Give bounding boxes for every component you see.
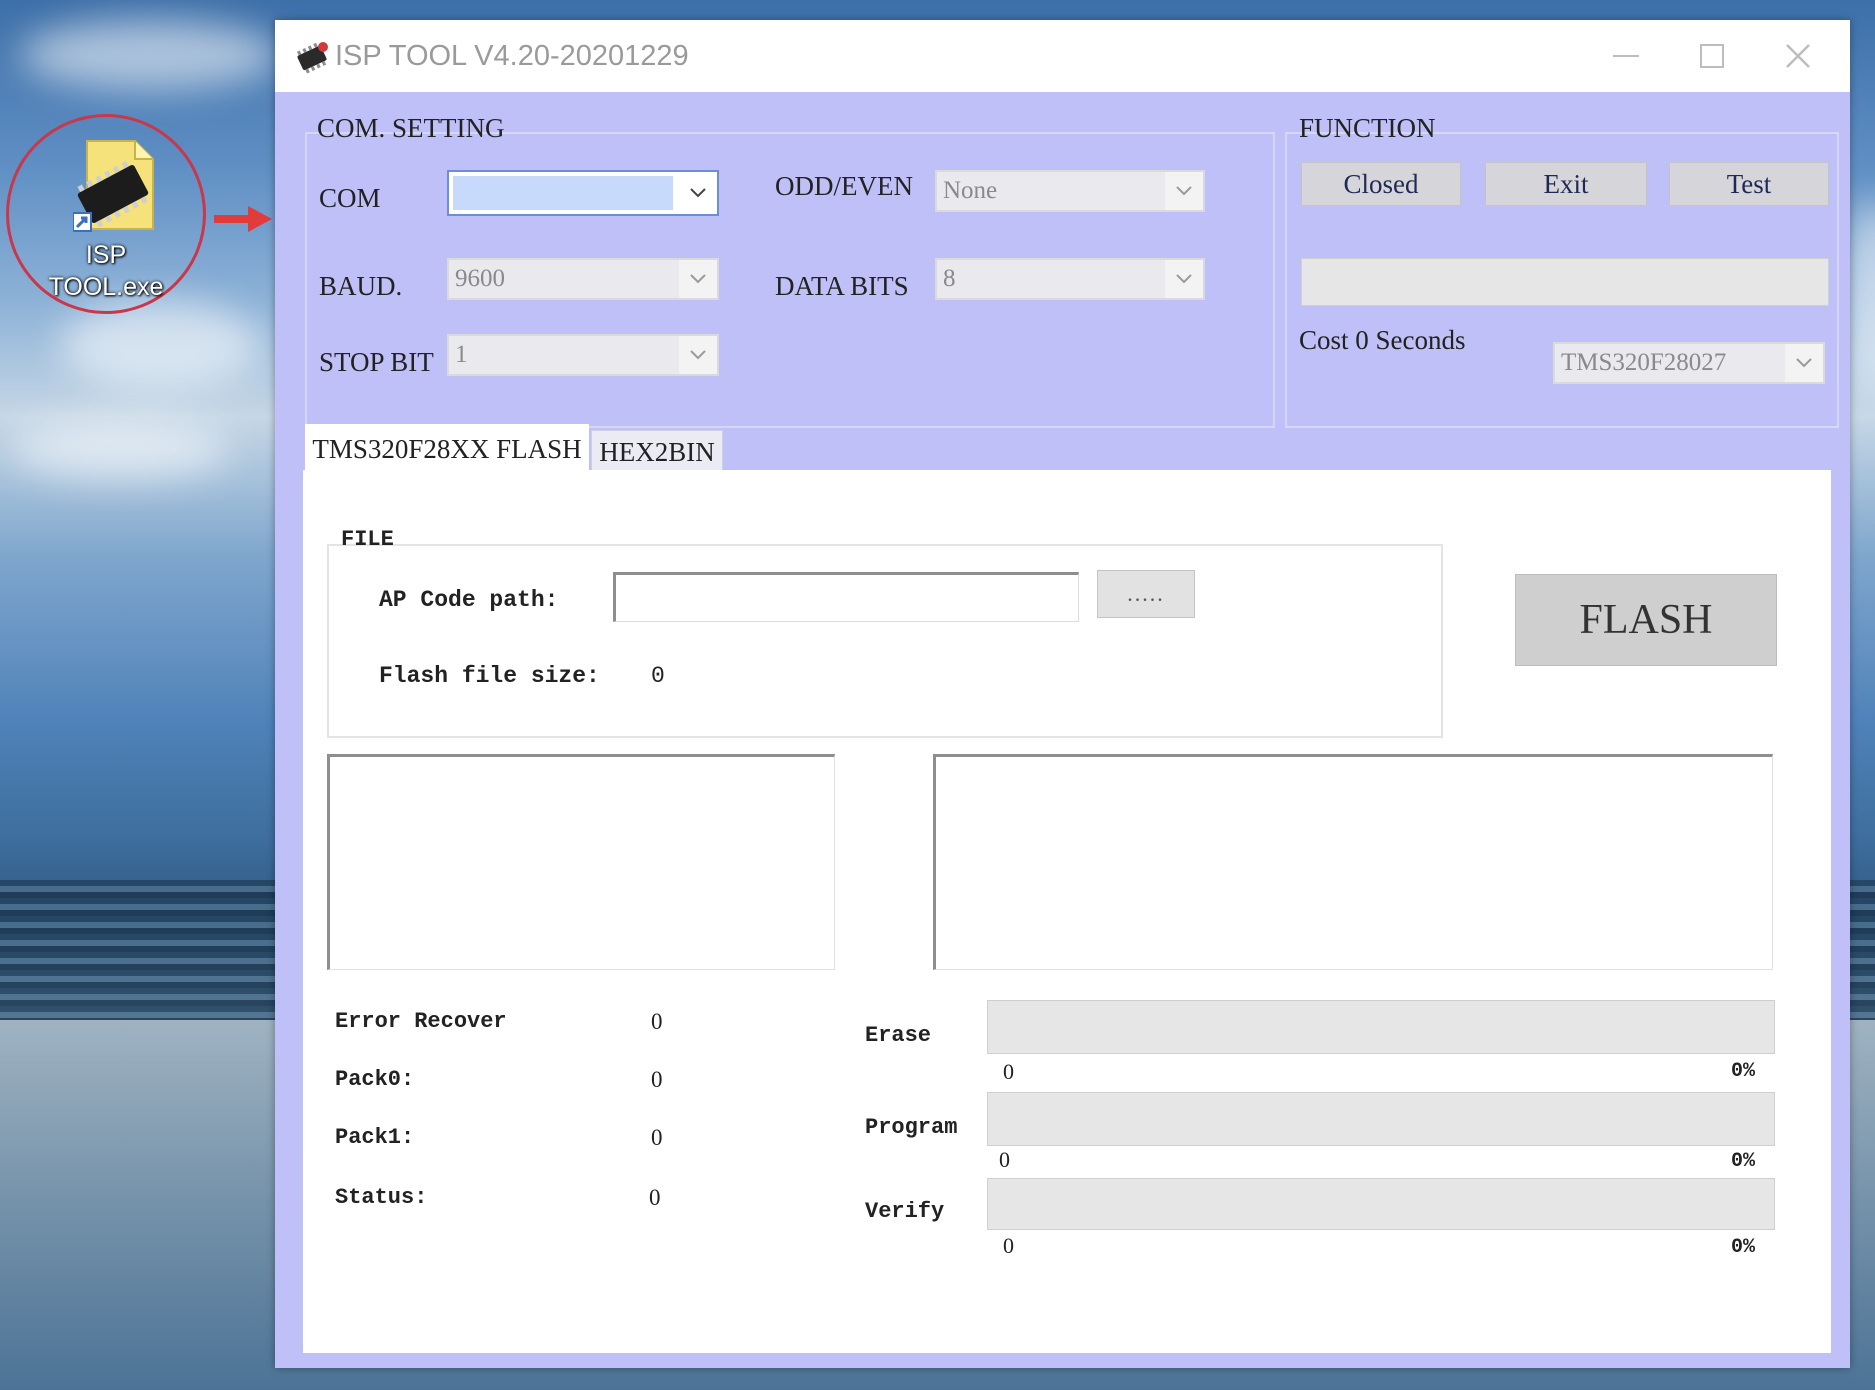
baud-label: BAUD. xyxy=(319,271,403,301)
window-title: ISP TOOL V4.20-20201229 xyxy=(335,40,689,72)
flash-tab-panel: FILE AP Code path: ..... Flash file size… xyxy=(303,470,1831,1353)
verify-count: 0 xyxy=(1003,1233,1014,1258)
com-select[interactable] xyxy=(447,170,719,216)
erase-percent: 0% xyxy=(1731,1060,1756,1083)
erase-label: Erase xyxy=(865,1023,932,1048)
odd-even-select[interactable]: None xyxy=(935,170,1205,212)
odd-even-value: None xyxy=(943,177,998,204)
cost-seconds-text: Cost 0 Seconds xyxy=(1299,325,1466,355)
odd-even-label: ODD/EVEN xyxy=(775,171,913,201)
error-recover-value: 0 xyxy=(651,1009,663,1034)
maximize-icon xyxy=(1700,44,1724,68)
pack1-value: 0 xyxy=(651,1125,663,1150)
chip-file-icon xyxy=(73,140,154,232)
tab-hex2bin[interactable]: HEX2BIN xyxy=(591,430,723,474)
chevron-down-icon[interactable] xyxy=(679,336,717,374)
minimize-button[interactable] xyxy=(1591,34,1661,78)
pack0-value: 0 xyxy=(651,1067,663,1092)
annotation-arrow-icon xyxy=(214,206,272,232)
cloud xyxy=(20,20,280,90)
chevron-down-icon[interactable] xyxy=(1785,344,1823,382)
program-progress-bar xyxy=(987,1092,1775,1146)
icon-label-line1: ISP xyxy=(85,241,127,269)
flash-file-size-label: Flash file size: xyxy=(379,663,600,689)
cloud xyxy=(60,300,260,390)
icon-label-line2: TOOL.exe xyxy=(48,273,164,301)
closed-button[interactable]: Closed xyxy=(1301,162,1461,206)
close-icon xyxy=(1786,44,1810,68)
ap-code-path-label: AP Code path: xyxy=(379,587,559,613)
stop-bit-label: STOP BIT xyxy=(319,347,434,377)
status-label: Status: xyxy=(335,1185,428,1210)
baud-select[interactable]: 9600 xyxy=(447,258,719,300)
program-count: 0 xyxy=(999,1147,1010,1172)
chevron-down-icon[interactable] xyxy=(679,172,717,214)
verify-progress-bar xyxy=(987,1178,1775,1230)
verify-label: Verify xyxy=(865,1199,945,1224)
log-textarea-right[interactable] xyxy=(933,754,1773,970)
cloud xyxy=(10,420,230,480)
maximize-button[interactable] xyxy=(1677,34,1747,78)
com-setting-title: COM. SETTING xyxy=(317,113,505,143)
data-bits-select[interactable]: 8 xyxy=(935,258,1205,300)
ap-code-path-input[interactable] xyxy=(613,572,1079,622)
pack1-label: Pack1: xyxy=(335,1125,415,1150)
desktop-shortcut-isp-tool[interactable]: ISP TOOL.exe xyxy=(6,114,206,314)
flash-file-size-value: 0 xyxy=(651,663,665,689)
data-bits-value: 8 xyxy=(943,265,956,292)
erase-count: 0 xyxy=(1003,1059,1014,1084)
com-label: COM xyxy=(319,183,381,213)
file-title: FILE xyxy=(341,527,394,552)
title-bar[interactable]: ISP TOOL V4.20-20201229 xyxy=(275,20,1850,92)
flash-button[interactable]: FLASH xyxy=(1515,574,1777,666)
exit-button[interactable]: Exit xyxy=(1485,162,1647,206)
minimize-icon xyxy=(1613,55,1639,57)
close-button[interactable] xyxy=(1763,34,1833,78)
chevron-down-icon[interactable] xyxy=(1165,172,1203,210)
browse-button[interactable]: ..... xyxy=(1097,570,1195,618)
chip-select[interactable]: TMS320F28027 xyxy=(1553,342,1825,384)
pack0-label: Pack0: xyxy=(335,1067,415,1092)
chevron-down-icon[interactable] xyxy=(1165,260,1203,298)
test-button[interactable]: Test xyxy=(1669,162,1829,206)
log-textarea-left[interactable] xyxy=(327,754,835,970)
stop-bit-select[interactable]: 1 xyxy=(447,334,719,376)
desktop-icon-label: ISP TOOL.exe xyxy=(9,239,203,303)
tab-tms320f28xx-flash[interactable]: TMS320F28XX FLASH xyxy=(305,424,589,474)
chip-value: TMS320F28027 xyxy=(1561,349,1727,376)
error-recover-label: Error Recover xyxy=(335,1009,507,1034)
isp-tool-window: ISP TOOL V4.20-20201229 COM. SETTING COM… xyxy=(275,20,1850,1368)
function-title: FUNCTION xyxy=(1299,113,1436,143)
chevron-down-icon[interactable] xyxy=(679,260,717,298)
data-bits-label: DATA BITS xyxy=(775,271,909,301)
verify-percent: 0% xyxy=(1731,1236,1756,1259)
erase-progress-bar xyxy=(987,1000,1775,1054)
function-status-bar xyxy=(1301,258,1829,306)
isp-tool-icon xyxy=(296,42,328,74)
stop-bit-value: 1 xyxy=(455,341,468,368)
program-label: Program xyxy=(865,1115,958,1140)
baud-value: 9600 xyxy=(455,265,505,292)
program-percent: 0% xyxy=(1731,1150,1756,1173)
com-select-highlight xyxy=(453,176,673,210)
status-value: 0 xyxy=(649,1185,661,1210)
